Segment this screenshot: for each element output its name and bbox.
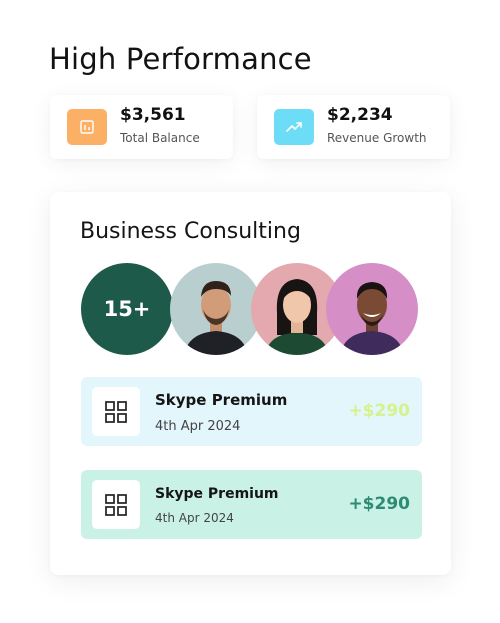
transaction-amount: +$290	[348, 401, 410, 421]
transaction-name: Skype Premium	[155, 486, 279, 502]
avatar-man-smiling[interactable]	[326, 263, 418, 355]
transaction-date: 4th Apr 2024	[155, 419, 241, 434]
grid-icon	[92, 480, 140, 529]
stat-label: Revenue Growth	[327, 131, 427, 145]
transaction-item[interactable]: Skype Premium 4th Apr 2024 +$290	[81, 470, 422, 539]
transaction-name: Skype Premium	[155, 391, 288, 409]
grid-icon	[92, 387, 140, 436]
stat-card-revenue-growth[interactable]: $2,234 Revenue Growth	[257, 95, 450, 159]
stat-label: Total Balance	[120, 131, 200, 145]
avatar-man-beard[interactable]	[170, 263, 262, 355]
chart-icon	[67, 109, 107, 145]
card-title: Business Consulting	[80, 219, 301, 244]
stat-value: $2,234	[327, 105, 393, 125]
transaction-item[interactable]: Skype Premium 4th Apr 2024 +$290	[81, 377, 422, 446]
team-count-badge[interactable]: 15+	[81, 263, 173, 355]
page-title: High Performance	[49, 42, 312, 76]
business-consulting-card: Business Consulting 15+ Skype Premium 4t…	[50, 192, 451, 575]
stat-card-total-balance[interactable]: $3,561 Total Balance	[50, 95, 233, 159]
transaction-date: 4th Apr 2024	[155, 511, 234, 525]
transaction-amount: +$290	[348, 494, 410, 514]
stat-value: $3,561	[120, 105, 186, 125]
trend-up-icon	[274, 109, 314, 145]
